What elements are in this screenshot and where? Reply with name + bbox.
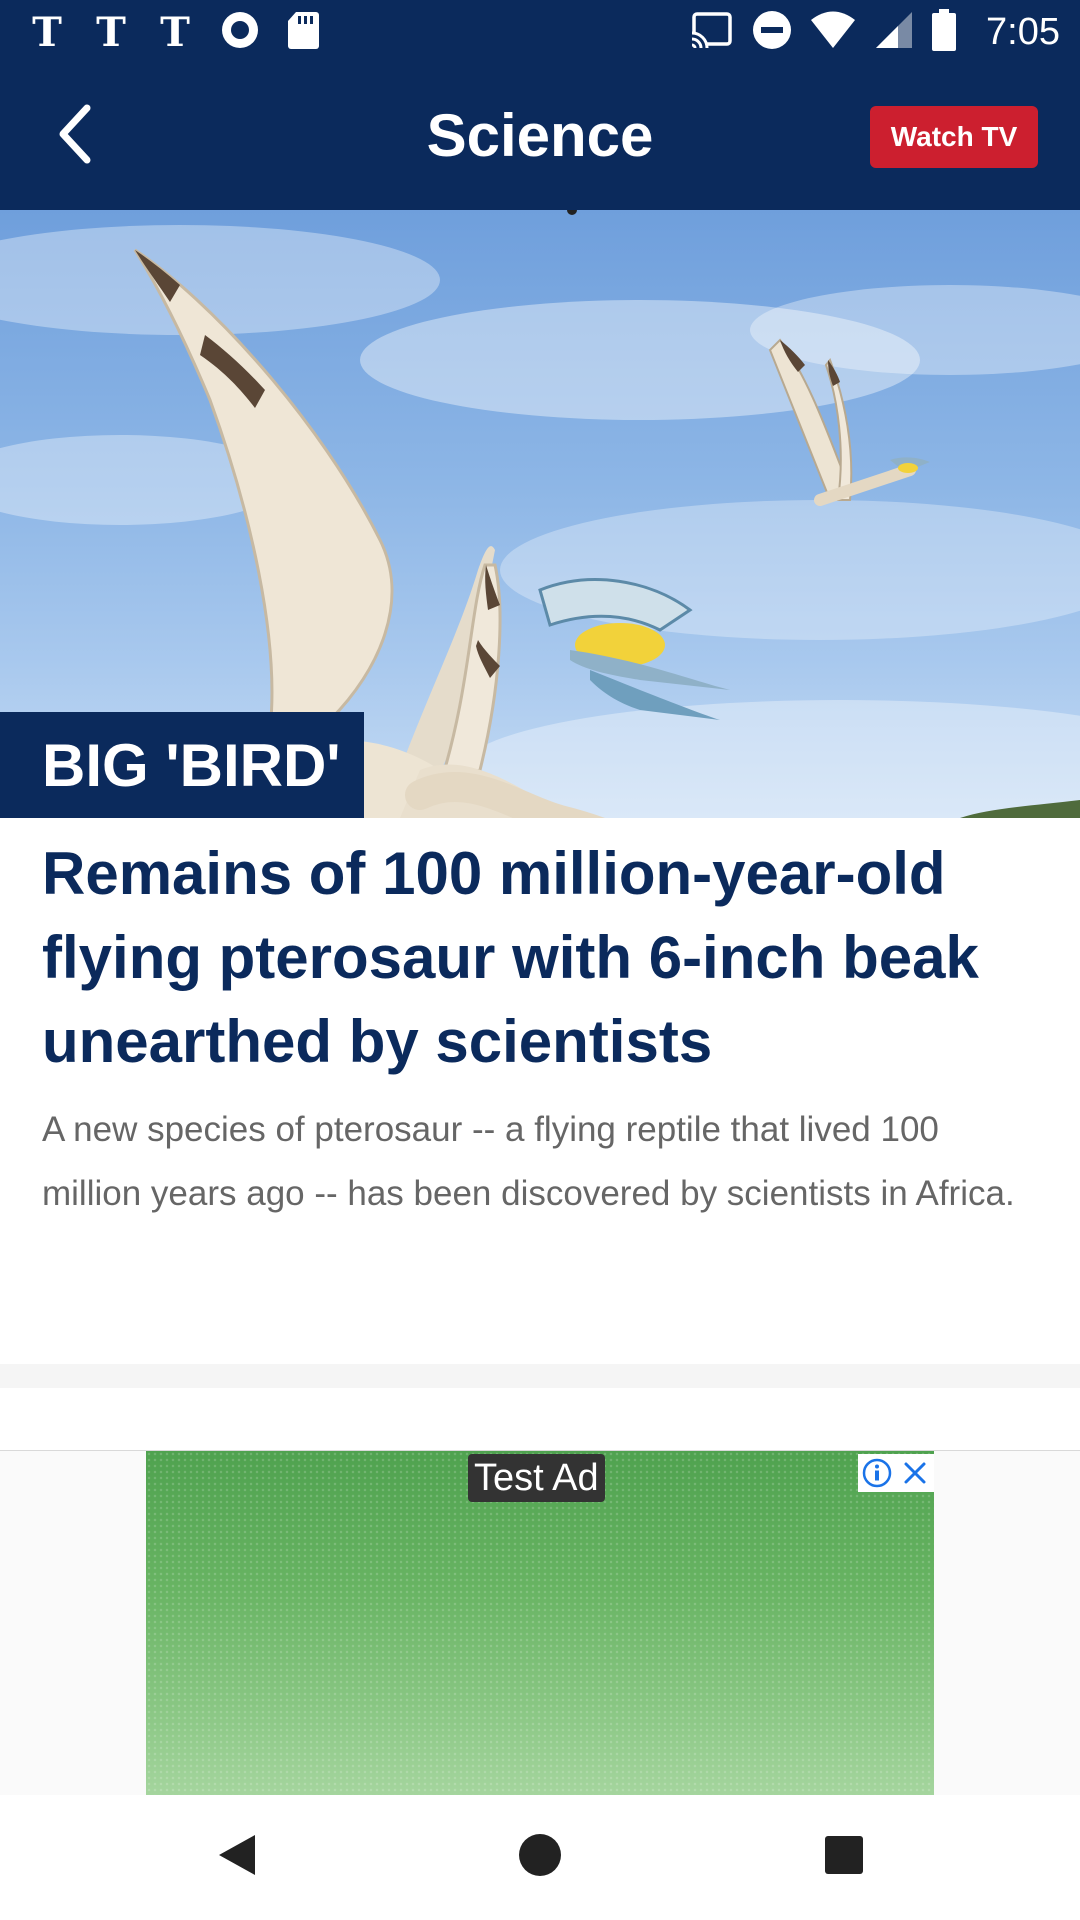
battery-icon — [932, 8, 957, 56]
status-notifications: T T T — [28, 10, 320, 54]
ad-controls — [858, 1454, 934, 1492]
info-icon[interactable] — [858, 1454, 896, 1492]
record-icon — [220, 10, 260, 55]
do-not-disturb-icon — [752, 10, 792, 55]
svg-text:T: T — [96, 10, 126, 54]
app-bar: Science Watch TV — [0, 63, 1080, 210]
nyt-logo-icon: T — [156, 10, 194, 54]
wifi-icon — [810, 11, 856, 54]
svg-text:T: T — [160, 10, 190, 54]
nav-back-button[interactable] — [205, 1825, 269, 1889]
hero-label: BIG 'BIRD' — [0, 712, 364, 818]
hero-image[interactable]: BIG 'BIRD' — [0, 210, 1080, 818]
nav-recents-button[interactable] — [812, 1825, 876, 1889]
ad-container: Test Ad — [0, 1450, 1080, 1796]
status-time: 7:05 — [986, 10, 1060, 53]
square-recents-icon — [823, 1834, 865, 1881]
cell-signal-icon — [874, 10, 914, 55]
article-summary: A new species of pterosaur -- a flying r… — [42, 1110, 1015, 1213]
article-title[interactable]: Remains of 100 million-year-old flying p… — [42, 832, 1042, 1084]
nyt-logo-icon: T — [92, 10, 130, 54]
nyt-logo-icon: T — [28, 10, 66, 54]
section-divider — [0, 1364, 1080, 1388]
circle-home-icon — [517, 1832, 563, 1883]
ad-banner[interactable]: Test Ad — [146, 1451, 934, 1796]
ad-label: Test Ad — [468, 1454, 605, 1502]
status-system-icons: 7:05 — [690, 8, 1060, 56]
cast-icon — [690, 11, 734, 54]
status-bar: T T T 7:05 — [0, 0, 1080, 63]
svg-text:T: T — [32, 10, 62, 54]
close-icon[interactable] — [896, 1454, 934, 1492]
triangle-back-icon — [215, 1831, 259, 1884]
system-nav-bar — [0, 1795, 1080, 1920]
sd-card-icon — [286, 10, 320, 55]
nav-home-button[interactable] — [508, 1825, 572, 1889]
watch-tv-button[interactable]: Watch TV — [870, 106, 1038, 168]
